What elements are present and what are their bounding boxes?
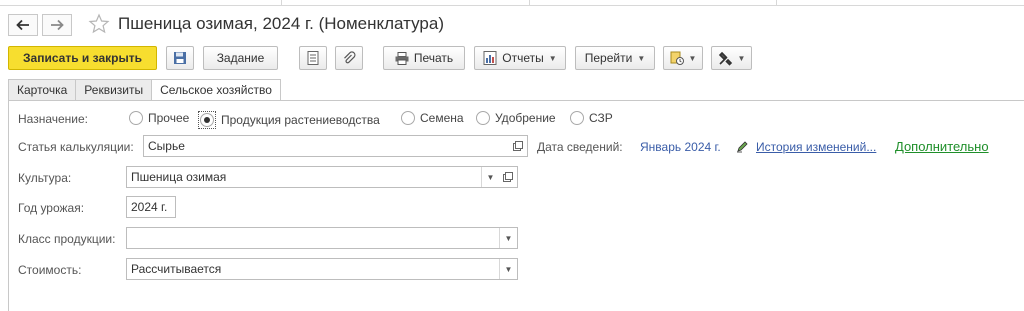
chevron-down-icon: ▼ [688, 53, 697, 63]
chevron-down-icon[interactable]: ▼ [499, 228, 517, 248]
culture-label: Культура: [18, 171, 72, 185]
chevron-down-icon[interactable]: ▼ [499, 259, 517, 279]
cost-item-label: Статья калькуляции: [18, 140, 134, 154]
chevron-down-icon[interactable]: ▼ [481, 167, 499, 187]
cost-field[interactable]: Рассчитывается ▼ [126, 258, 518, 280]
reports-button[interactable]: Отчеты ▼ [474, 46, 566, 70]
chevron-down-icon: ▼ [548, 53, 557, 63]
arrow-right-icon [51, 19, 64, 31]
radio-fertilizer[interactable]: Удобрение [476, 111, 556, 125]
document-list-icon [307, 51, 319, 65]
create-based-on-button[interactable]: ▼ [663, 46, 703, 70]
harvest-year-field[interactable]: 2024 г. [126, 196, 176, 218]
radio-szr[interactable]: СЗР [570, 111, 613, 125]
star-icon[interactable] [88, 13, 110, 35]
top-divider [0, 0, 1024, 6]
culture-field[interactable]: Пшеница озимая ▼ [126, 166, 518, 188]
window-title: Пшеница озимая, 2024 г. (Номенклатура) [118, 14, 444, 33]
report-icon [483, 51, 497, 65]
purpose-label: Назначение: [18, 112, 89, 126]
harvest-year-label: Год урожая: [18, 201, 85, 215]
additional-link[interactable]: Дополнительно [895, 139, 989, 154]
chevron-down-icon: ▼ [637, 53, 646, 63]
tools-button[interactable]: ▼ [711, 46, 752, 70]
save-button[interactable] [166, 46, 194, 70]
open-window-icon[interactable] [499, 167, 517, 187]
panel-left-border [8, 100, 9, 311]
cost-item-field[interactable]: Сырье [143, 135, 528, 157]
tab-bar: Карточка Реквизиты Сельское хозяйство [8, 79, 281, 101]
tab-agriculture[interactable]: Сельское хозяйство [151, 79, 281, 101]
tab-panel-border [8, 100, 1024, 101]
reports-label: Отчеты [502, 51, 544, 65]
history-link[interactable]: История изменений... [756, 140, 876, 154]
chevron-down-icon: ▼ [737, 53, 746, 63]
save-and-close-button[interactable]: Записать и закрыть [8, 46, 157, 70]
tab-card[interactable]: Карточка [8, 79, 76, 101]
paperclip-icon [344, 51, 356, 64]
cost-label: Стоимость: [18, 263, 82, 277]
print-button[interactable]: Печать [383, 46, 465, 70]
radio-crop-products[interactable]: Продукция растениеводства [198, 111, 380, 129]
forward-button[interactable] [42, 14, 72, 36]
printer-icon [395, 51, 409, 65]
tab-requisites[interactable]: Реквизиты [75, 79, 152, 101]
info-date-label: Дата сведений: [537, 140, 623, 154]
product-class-field[interactable]: ▼ [126, 227, 518, 249]
radio-seeds[interactable]: Семена [401, 111, 464, 125]
goto-label: Перейти [584, 51, 633, 65]
tools-icon [718, 51, 732, 66]
print-label: Печать [413, 51, 454, 65]
task-button[interactable]: Задание [203, 46, 278, 70]
create-based-on-icon [670, 51, 684, 65]
info-date-link[interactable]: Январь 2024 г. [640, 140, 721, 154]
radio-other[interactable]: Прочее [129, 111, 189, 125]
arrow-left-icon [16, 19, 29, 31]
document-list-button[interactable] [299, 46, 327, 70]
back-button[interactable] [8, 14, 38, 36]
floppy-disk-icon [174, 52, 186, 64]
pencil-icon [737, 141, 748, 153]
product-class-label: Класс продукции: [18, 232, 116, 246]
goto-button[interactable]: Перейти ▼ [575, 46, 655, 70]
attach-button[interactable] [335, 46, 363, 70]
open-window-icon[interactable] [509, 136, 527, 156]
